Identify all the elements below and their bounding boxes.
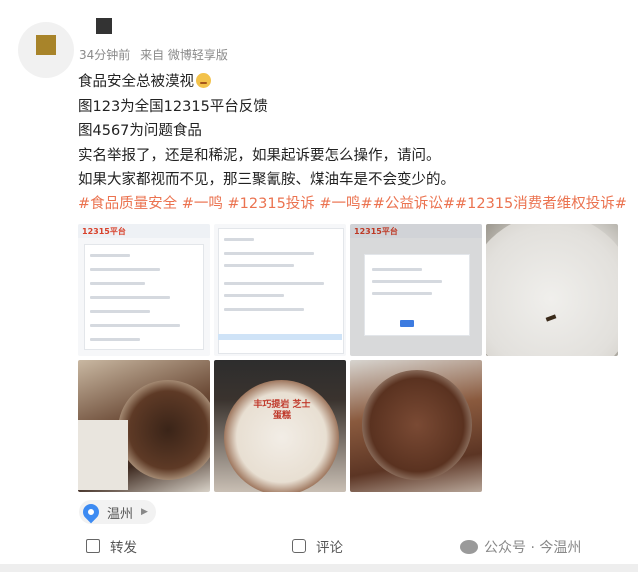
platform-brand: 12315平台 <box>354 227 398 236</box>
post-line-3: 图4567为问题食品 <box>78 123 202 139</box>
image-thumb-3[interactable]: 12315平台 <box>350 224 482 356</box>
chevron-right-icon: ▶ <box>141 507 148 517</box>
avatar[interactable] <box>36 35 56 55</box>
image-thumb-4[interactable] <box>486 224 618 356</box>
post-source[interactable]: 来自 微博轻享版 <box>140 48 228 62</box>
image-thumb-1[interactable]: 12315平台 <box>78 224 210 356</box>
bottom-divider <box>0 564 638 572</box>
watermark-text: 公众号 · 今温州 <box>484 540 582 556</box>
repost-button[interactable]: 转发 <box>86 536 137 556</box>
share-icon <box>86 539 100 553</box>
image-thumb-7[interactable] <box>350 360 482 492</box>
image-thumb-6[interactable]: 丰巧提岩 芝士蛋糕 <box>214 360 346 492</box>
comment-button[interactable]: 评论 <box>292 536 343 556</box>
image-thumb-2[interactable] <box>214 224 346 356</box>
comment-icon <box>292 539 306 553</box>
product-package-label: 丰巧提岩 芝士蛋糕 <box>253 400 311 421</box>
post-line-1: 食品安全总被漠视 <box>78 70 618 95</box>
location-pin-icon <box>79 500 103 524</box>
comment-label: 评论 <box>316 540 343 556</box>
post-body: 食品安全总被漠视 图123为全国12315平台反馈 图4567为问题食品 实名举… <box>78 70 618 193</box>
location-tag[interactable]: 温州 ▶ <box>79 500 156 524</box>
location-name: 温州 <box>107 506 134 522</box>
platform-brand: 12315平台 <box>82 227 126 236</box>
post-line-2: 图123为全国12315平台反馈 <box>78 98 268 115</box>
image-thumb-5[interactable] <box>78 360 210 492</box>
watermark: 公众号 · 今温州 <box>460 537 581 557</box>
post-time: 34分钟前 <box>79 48 131 62</box>
post-line-5: 如果大家都视而不见，那三聚氰胺、煤油车是不会变少的。 <box>78 172 455 188</box>
repost-label: 转发 <box>110 540 137 556</box>
post-meta: 34分钟前 来自 微博轻享版 <box>79 46 234 63</box>
post-line-4: 实名举报了，还是和稀泥，如果起诉要怎么操作，请问。 <box>78 147 441 164</box>
wechat-icon <box>460 540 478 554</box>
username-redacted[interactable] <box>96 18 112 34</box>
post-hashtags[interactable]: #食品质量安全 #一鸣 #12315投诉 #一鸣##公益诉讼##12315消费者… <box>78 192 627 213</box>
avatar-frame[interactable] <box>18 22 74 78</box>
frown-emoji-icon <box>196 73 211 88</box>
